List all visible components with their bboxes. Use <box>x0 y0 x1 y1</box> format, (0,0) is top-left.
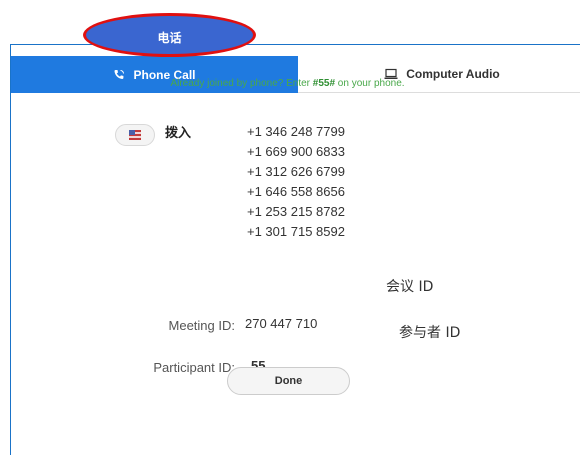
callout-label: 电话 <box>157 30 182 45</box>
join-by-phone-hint: Already joined by phone? Enter #55# on y… <box>0 78 575 89</box>
meeting-id-annotation: 会议 ID <box>386 279 434 295</box>
dial-in-number: +1 346 248 7799 <box>247 124 345 139</box>
dial-in-label: 拨入 <box>165 126 192 141</box>
dial-in-number-list: +1 346 248 7799 +1 669 900 6833 +1 312 6… <box>247 122 369 242</box>
participant-id-label: Participant ID: <box>153 360 235 375</box>
hint-text-after: on your phone. <box>335 78 405 89</box>
dial-in-number: +1 312 626 6799 <box>247 164 345 179</box>
done-button[interactable]: Done <box>227 367 350 395</box>
country-flag-dropdown[interactable] <box>115 124 155 146</box>
meeting-id-label: Meeting ID: <box>168 318 235 333</box>
hint-code: #55# <box>312 78 336 89</box>
dial-in-number: +1 253 215 8782 <box>247 204 345 219</box>
participant-id-annotation: 参与者 ID <box>399 325 461 341</box>
dial-in-number: +1 646 558 8656 <box>247 184 345 199</box>
dial-in-number: +1 669 900 6833 <box>247 144 345 159</box>
us-flag-icon <box>129 130 141 140</box>
hint-text-before: Already joined by phone? Enter <box>170 78 313 89</box>
phone-annotation-callout: 电话 <box>83 13 256 57</box>
meeting-id-value: 270 447 710 <box>245 316 318 331</box>
dial-in-number: +1 301 715 8592 <box>247 224 345 239</box>
